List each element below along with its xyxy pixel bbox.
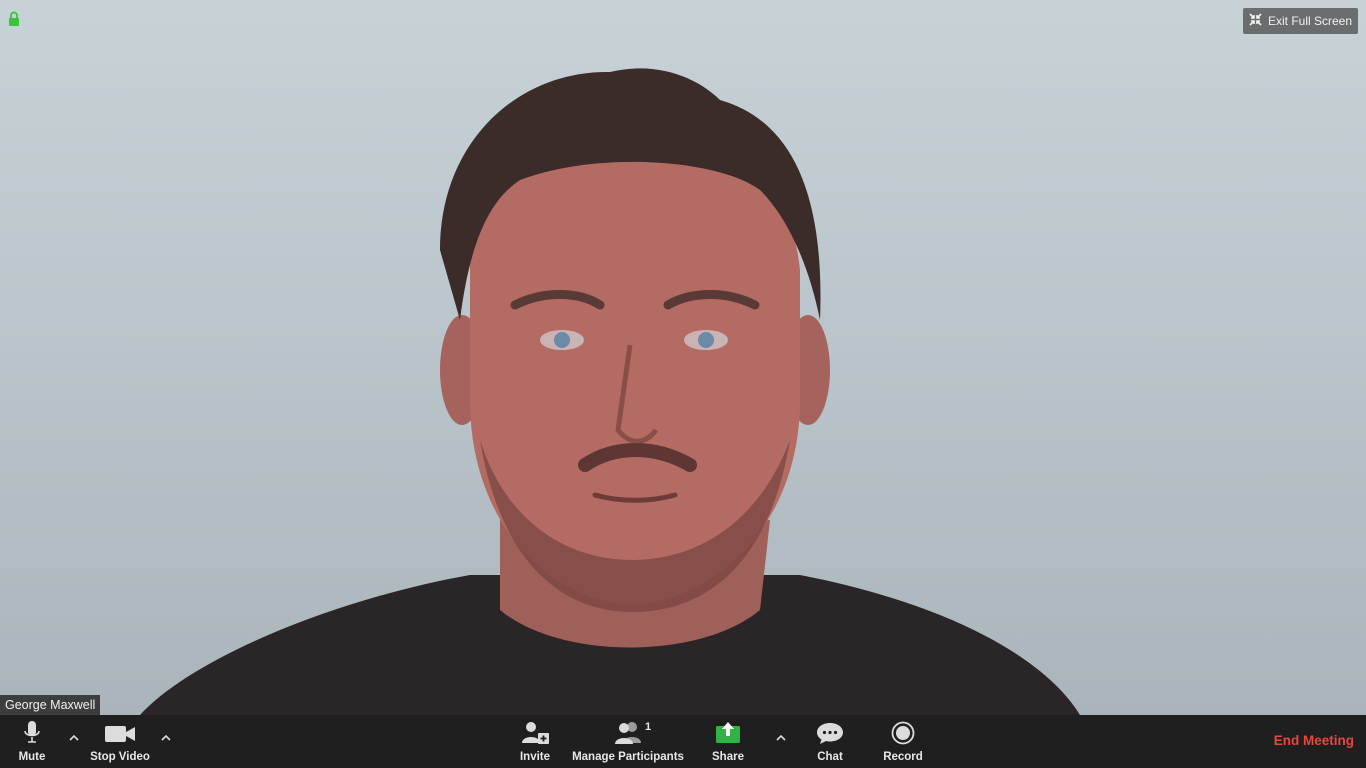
audio-options-caret[interactable] (66, 729, 82, 745)
camera-icon (104, 715, 136, 745)
manage-participants-label: Manage Participants (572, 751, 684, 763)
chat-label: Chat (817, 751, 843, 763)
chevron-up-icon (69, 734, 79, 741)
manage-participants-button[interactable]: Manage Participants (572, 715, 684, 768)
record-button[interactable]: Record (882, 715, 924, 768)
add-person-icon (520, 715, 550, 745)
record-icon (891, 715, 915, 745)
chat-bubble-icon (816, 715, 844, 745)
share-options-caret[interactable] (773, 729, 789, 745)
chevron-up-icon (776, 734, 786, 741)
mute-button[interactable]: Mute (12, 715, 52, 768)
invite-button[interactable]: Invite (515, 715, 555, 768)
people-icon (613, 715, 643, 745)
video-feed: Exit Full Screen George Maxwell (0, 0, 1366, 715)
lock-icon[interactable] (8, 11, 20, 32)
exit-fullscreen-button[interactable]: Exit Full Screen (1243, 8, 1358, 34)
invite-label: Invite (519, 751, 551, 763)
meeting-toolbar: Mute Stop Video Invite Manage Participan… (0, 715, 1366, 768)
share-label: Share (712, 751, 744, 763)
share-button[interactable]: Share (708, 715, 748, 768)
video-options-caret[interactable] (158, 729, 174, 745)
share-screen-icon (714, 715, 742, 745)
exit-fullscreen-label: Exit Full Screen (1267, 14, 1353, 28)
end-meeting-button[interactable]: End Meeting (1274, 733, 1354, 748)
record-label: Record (883, 751, 923, 763)
stop-video-button[interactable]: Stop Video (88, 715, 152, 768)
participant-video-image (140, 68, 1080, 715)
microphone-icon (22, 715, 42, 745)
chevron-up-icon (161, 734, 171, 741)
collapse-icon (1249, 13, 1262, 29)
stop-video-label: Stop Video (90, 751, 150, 763)
participant-count-badge: 1 (645, 721, 652, 733)
mute-label: Mute (18, 751, 46, 763)
participant-name-tag: George Maxwell (0, 695, 101, 715)
chat-button[interactable]: Chat (810, 715, 850, 768)
